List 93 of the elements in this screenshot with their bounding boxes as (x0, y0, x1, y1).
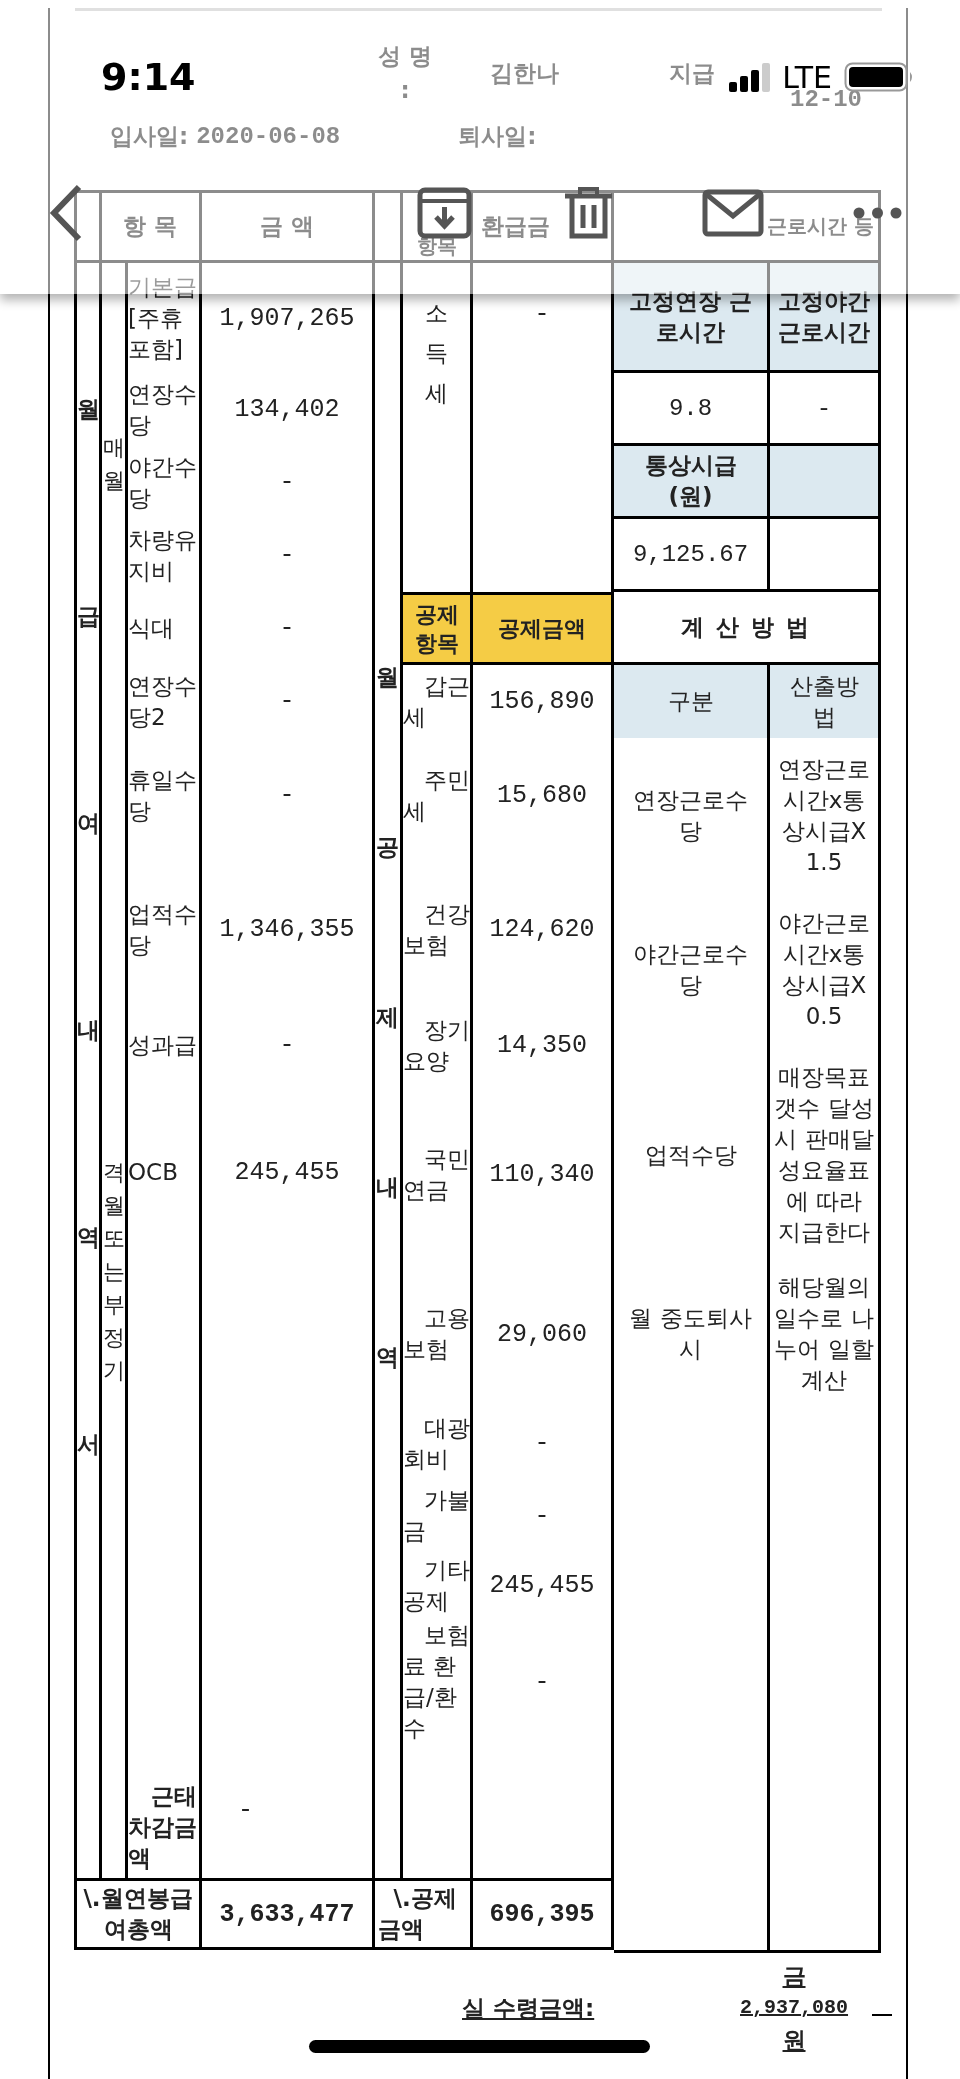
deduction-amount: 29,060 (497, 1318, 587, 1350)
pay-amount: 134,402 (234, 394, 340, 425)
pay-item-label: 근태차감금액 (128, 1782, 198, 1873)
calculation-title: 계 산 방 법 (681, 612, 811, 642)
total-label: \.월연봉급여총액 (82, 1884, 194, 1944)
hourly-rate: 9,125.67 (632, 539, 749, 570)
deduction-amount: 245,455 (489, 1570, 595, 1601)
pay-item-label: 업적수당 (128, 899, 198, 960)
deduction-amount: - (534, 1500, 550, 1532)
signal-icon (729, 62, 771, 92)
pay-item-label: 성과급 (128, 1031, 197, 1060)
column-header: 환급금 (481, 212, 550, 241)
deduction-amount: 110,340 (489, 1159, 595, 1190)
pay-item-label: 식대 (128, 614, 174, 643)
column-header: 산출방법 (770, 665, 881, 738)
column-header: 공제금액 (473, 592, 614, 665)
deduction-amount: - (534, 1666, 550, 1698)
column-header: 근로시간 등 (767, 213, 874, 240)
name-label: 성 명 : (377, 42, 433, 105)
net-pay-amount: 2,937,080 (740, 1995, 849, 2021)
pay-amount: - (279, 467, 295, 498)
currency-prefix: 금 (782, 1962, 806, 1991)
deduction-item-label: 기타공제 (403, 1555, 470, 1616)
deduction-amount: 124,620 (489, 914, 595, 945)
pay-amount: - (279, 540, 295, 571)
section-label: 월급여내역서 (76, 395, 100, 1459)
mail-icon[interactable] (702, 189, 764, 237)
column-header: 공제항목 (403, 592, 473, 665)
pay-amount: - (279, 1030, 295, 1061)
employee-name: 김한나 (490, 58, 559, 88)
section-label: 월공제내역 (376, 663, 399, 1372)
pay-item-label: OCB (128, 1158, 178, 1187)
net-pay-label: 실 수령금액: (462, 1993, 596, 2023)
pay-item-label: 휴일수당 (128, 765, 198, 826)
hours-value: - (816, 393, 832, 424)
pay-amount: - (279, 780, 295, 811)
column-header: 항 목 (123, 212, 178, 241)
hire-date: 2020-06-08 (196, 123, 341, 150)
pay-amount: - (279, 613, 295, 644)
calculation-category: 야간근로수당 (632, 939, 749, 1000)
deduction-item-label: 주민세 (403, 765, 470, 826)
deduction-amount: 14,350 (497, 1030, 587, 1061)
deduction-item-label: 대광회비 (403, 1413, 470, 1474)
group-label: 매월 (102, 434, 125, 495)
trash-icon[interactable] (564, 187, 613, 239)
currency-unit: 원 (782, 2026, 806, 2055)
pay-item-label: 연장수당2 (128, 671, 198, 732)
deduction-item-label: 국민연금 (403, 1144, 470, 1205)
pay-date-label: 지급 (669, 58, 715, 88)
pay-item-label: 기본급[주휴 포함] (128, 272, 198, 364)
leave-date-label: 퇴사일: (458, 122, 537, 151)
deduction-item-label: 건강보험 (403, 899, 470, 960)
column-header: 고정연장 근로시간 (614, 263, 770, 373)
total-amount: 3,633,477 (219, 1898, 355, 1930)
total-label: \.공제금액 (377, 1884, 458, 1944)
hours-value: 9.8 (668, 393, 713, 424)
status-time: 9:14 (101, 55, 196, 99)
deduction-amount: - (534, 1428, 550, 1459)
pay-amount: - (238, 1794, 253, 1826)
pay-item-label: 차량유지비 (128, 525, 198, 586)
pay-item-label: 연장수당 (128, 379, 198, 440)
calculation-category: 월 중도퇴사시 (628, 1304, 753, 1364)
calculation-formula: 야간근로시간x통상시급X0.5 (777, 908, 871, 1031)
pay-amount: 245,455 (234, 1157, 340, 1188)
deduction-item-label: 보험료 환급/환수 (403, 1621, 470, 1743)
deduction-item-label: 소득세 (425, 299, 448, 408)
deduction-amount: - (534, 299, 550, 330)
deduction-item-label: 고용보험 (403, 1304, 470, 1364)
hire-date-label: 입사일: (110, 122, 189, 151)
deduction-amount: 15,680 (497, 780, 587, 811)
calculation-formula: 매장목표갯수 달성시 판매달성요율표에 따라 지급한다 (774, 1063, 874, 1247)
deduction-amount: 156,890 (489, 686, 595, 717)
column-header: 통상시급 (원) (614, 446, 770, 519)
pay-amount: - (279, 686, 295, 717)
calculation-category: 연장근로수당 (632, 785, 749, 846)
back-icon[interactable] (49, 184, 83, 242)
total-amount: 696,395 (489, 1898, 595, 1930)
archive-download-icon[interactable] (417, 187, 472, 239)
calculation-formula: 연장근로시간x통상시급X1.5 (777, 754, 871, 877)
pay-item-label: 야간수당 (128, 452, 198, 513)
column-header: 고정야간 근로시간 (770, 263, 881, 373)
calculation-formula: 해당월의 일수로 나누어 일할계산 (774, 1273, 874, 1395)
deduction-item-label: 가불금 (403, 1486, 470, 1546)
column-header: 금 액 (260, 212, 314, 241)
calculation-category: 업적수당 (644, 1140, 737, 1170)
more-icon[interactable] (853, 207, 902, 219)
pay-amount: 1,346,355 (219, 914, 355, 945)
deduction-item-label: 갑근세 (403, 671, 470, 732)
pay-amount: 1,907,265 (219, 302, 355, 334)
deduction-item-label: 장기요양 (403, 1015, 470, 1076)
group-label: 격월또는부정기 (102, 1159, 125, 1385)
column-header: 항목 (416, 236, 457, 257)
column-header: 구분 (614, 665, 770, 738)
